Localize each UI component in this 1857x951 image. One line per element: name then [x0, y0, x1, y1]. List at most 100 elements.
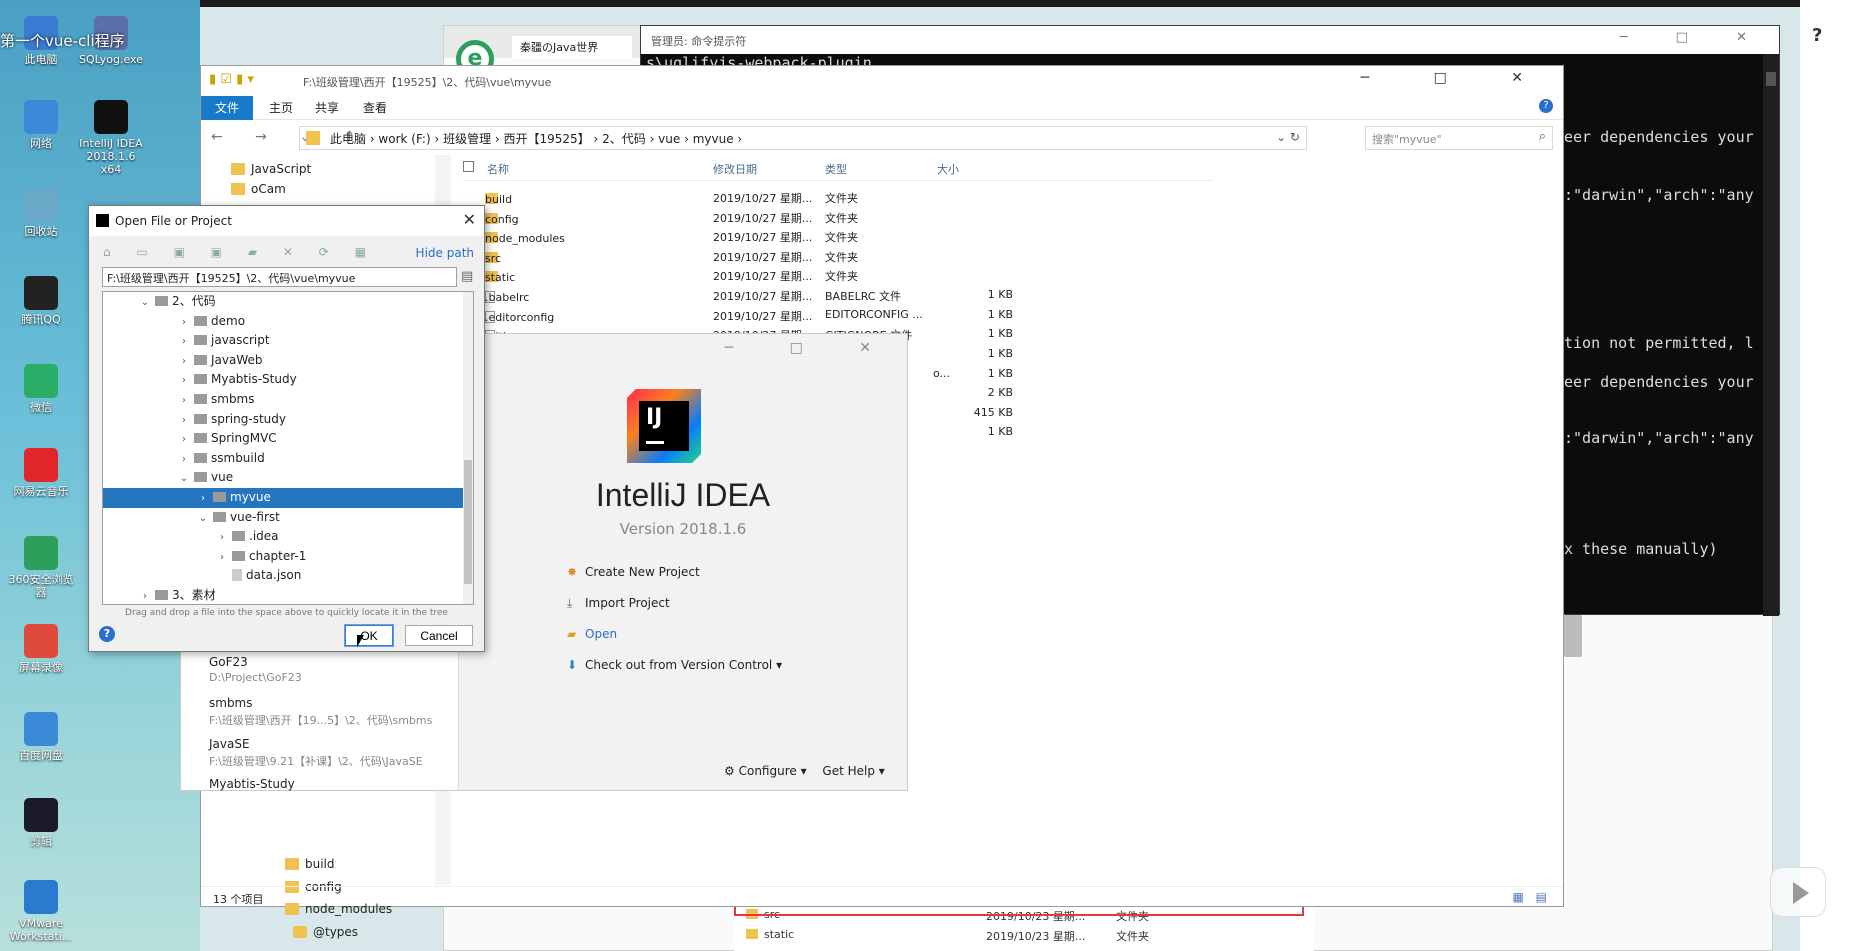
- scroll-thumb[interactable]: [1766, 72, 1776, 86]
- tree-item[interactable]: › 3、素材: [103, 586, 465, 604]
- play-icon[interactable]: [1770, 867, 1826, 917]
- refresh-icon[interactable]: ⌄ ↻: [1276, 130, 1300, 144]
- recent-project[interactable]: JavaSE: [209, 737, 250, 751]
- tree-scrollbar[interactable]: [463, 292, 473, 604]
- scroll-thumb[interactable]: [464, 460, 472, 584]
- folder-icon: [194, 413, 207, 424]
- column-name[interactable]: 名称: [487, 161, 509, 177]
- tree-item[interactable]: data.json: [103, 566, 465, 586]
- toolbar-icons[interactable]: ⌂ ▭ ▣ ▣ ▰ ✕ ⟳ ▦: [103, 245, 377, 259]
- chevron-down-icon[interactable]: ⌄: [139, 293, 151, 312]
- intellij-small-icon: [96, 214, 109, 227]
- vcs-checkout-link[interactable]: ⬇ Check out from Version Control ▾: [567, 658, 782, 672]
- chevron-right-icon[interactable]: ›: [216, 548, 228, 567]
- quick-access-icon[interactable]: ▮ ☑ ▮ ▾: [209, 72, 254, 87]
- address-input[interactable]: 此电脑 › work (F:) › 班级管理 › 西开【19525】 › 2、代…: [299, 126, 1307, 150]
- tree-item[interactable]: ⌄ vue-first: [103, 508, 465, 528]
- tree-item[interactable]: › chapter-1: [103, 547, 465, 567]
- cancel-button[interactable]: Cancel: [405, 625, 473, 646]
- folder-icon: [232, 550, 245, 561]
- tree-item[interactable]: › Myabtis-Study: [103, 370, 465, 390]
- configure-button[interactable]: Configure ▾: [739, 764, 807, 778]
- file-tree[interactable]: ⌄ 2、代码 › demo › javascript › JavaWeb › Myabtis-St…: [102, 291, 474, 605]
- column-type[interactable]: 类型: [825, 161, 847, 177]
- desktop-icon[interactable]: 剪辑: [6, 798, 76, 848]
- chevron-right-icon[interactable]: ›: [178, 430, 190, 449]
- recent-project-path: F:\班级管理\西开【19...5】\2、代码\smbms: [209, 714, 433, 727]
- explorer-window-controls[interactable]: ─ □ ✕: [1361, 70, 1553, 86]
- tree-item[interactable]: › smbms: [103, 390, 465, 410]
- help-icon[interactable]: ?: [1539, 99, 1553, 113]
- tree-item[interactable]: › spring-study: [103, 410, 465, 430]
- app-icon: [24, 712, 58, 746]
- desktop-icon[interactable]: 网络: [6, 100, 76, 150]
- browser-tab[interactable]: 秦疆のJava世界: [512, 36, 632, 58]
- desktop-icon[interactable]: 回收站: [6, 188, 76, 238]
- ribbon-tab-home[interactable]: 主页: [255, 96, 307, 120]
- chevron-right-icon[interactable]: ›: [178, 391, 190, 410]
- desktop-icon[interactable]: VMware Workstati...: [6, 880, 76, 943]
- column-size[interactable]: 大小: [937, 161, 959, 177]
- path-history-icon[interactable]: ▤: [461, 269, 473, 284]
- chevron-right-icon[interactable]: ›: [216, 528, 228, 547]
- chevron-right-icon[interactable]: ›: [178, 371, 190, 390]
- desktop-icon[interactable]: 屏幕录像: [6, 624, 76, 674]
- idea-window-controls[interactable]: ─ □ ✕: [725, 340, 897, 356]
- path-input[interactable]: F:\班级管理\西开【19525】\2、代码\vue\myvue: [102, 267, 457, 287]
- folder-icon: [213, 511, 226, 522]
- folder-icon: [306, 131, 320, 145]
- desktop-icon[interactable]: IntelliJ IDEA 2018.1.6 x64: [76, 100, 146, 176]
- desktop-icon[interactable]: 360安全浏览器: [6, 536, 76, 599]
- desktop-icon[interactable]: 微信: [6, 364, 76, 414]
- chevron-right-icon[interactable]: ›: [178, 450, 190, 469]
- tree-item[interactable]: › demo: [103, 312, 465, 332]
- create-project-link[interactable]: ✸ Create New Project: [567, 565, 700, 579]
- ok-button[interactable]: OK: [344, 624, 394, 647]
- nav-item[interactable]: @types: [293, 922, 358, 942]
- chevron-right-icon[interactable]: ›: [197, 489, 209, 508]
- select-all-checkbox[interactable]: [463, 161, 474, 172]
- tree-item[interactable]: › .idea: [103, 527, 465, 547]
- cmd-scrollbar[interactable]: [1763, 54, 1779, 616]
- tree-item[interactable]: › SpringMVC: [103, 429, 465, 449]
- chevron-right-icon[interactable]: ›: [178, 332, 190, 351]
- nav-item[interactable]: JavaScript: [231, 159, 311, 179]
- tree-item[interactable]: › ssmbuild: [103, 449, 465, 469]
- chevron-right-icon[interactable]: ›: [178, 411, 190, 430]
- recent-project[interactable]: smbms: [209, 696, 253, 710]
- cmd-titlebar: 管理员: 命令提示符 ─ □ ✕: [641, 26, 1779, 54]
- view-toggle-icon[interactable]: ▦ ▤: [1513, 890, 1552, 904]
- help-icon[interactable]: ?: [99, 626, 115, 642]
- desktop-icon[interactable]: 网易云音乐: [6, 448, 76, 498]
- chevron-down-icon[interactable]: ⌄: [178, 469, 190, 488]
- tree-item[interactable]: › JavaWeb: [103, 351, 465, 371]
- tree-item[interactable]: ⌄ 2、代码: [103, 292, 465, 312]
- folder-icon: [194, 394, 207, 404]
- chevron-down-icon[interactable]: ⌄: [197, 509, 209, 528]
- desktop-icon[interactable]: 腾讯QQ: [6, 276, 76, 326]
- chevron-right-icon[interactable]: ›: [178, 313, 190, 332]
- ribbon-tab-file[interactable]: 文件: [201, 96, 254, 120]
- open-link[interactable]: ▰ Open: [567, 627, 617, 641]
- close-icon[interactable]: ✕: [463, 210, 476, 229]
- desktop-icon-label: VMware Workstati...: [9, 917, 73, 943]
- nav-item[interactable]: build: [285, 854, 335, 874]
- get-help-button[interactable]: Get Help ▾: [822, 764, 884, 778]
- ribbon-tab-share[interactable]: 共享: [301, 96, 353, 120]
- hide-path-link[interactable]: Hide path: [416, 246, 474, 260]
- cmd-window-controls[interactable]: ─ □ ✕: [1620, 30, 1769, 45]
- chevron-right-icon[interactable]: ›: [178, 352, 190, 371]
- nav-item[interactable]: oCam: [231, 179, 286, 199]
- tree-item[interactable]: ⌄ vue: [103, 468, 465, 488]
- recent-project[interactable]: Myabtis-Study: [209, 777, 295, 791]
- chevron-right-icon[interactable]: ›: [139, 587, 151, 604]
- help-icon[interactable]: ?: [1812, 25, 1834, 47]
- import-project-link[interactable]: ⤓ Import Project: [567, 596, 670, 611]
- search-input[interactable]: 搜索"myvue" ⌕: [1365, 126, 1553, 150]
- tree-item-selected[interactable]: › myvue: [103, 488, 465, 508]
- ribbon-tab-view[interactable]: 查看: [349, 96, 401, 120]
- recent-project[interactable]: GoF23: [209, 655, 248, 669]
- desktop-icon[interactable]: 百度网盘: [6, 712, 76, 762]
- tree-item[interactable]: › javascript: [103, 331, 465, 351]
- column-date[interactable]: 修改日期: [713, 161, 757, 177]
